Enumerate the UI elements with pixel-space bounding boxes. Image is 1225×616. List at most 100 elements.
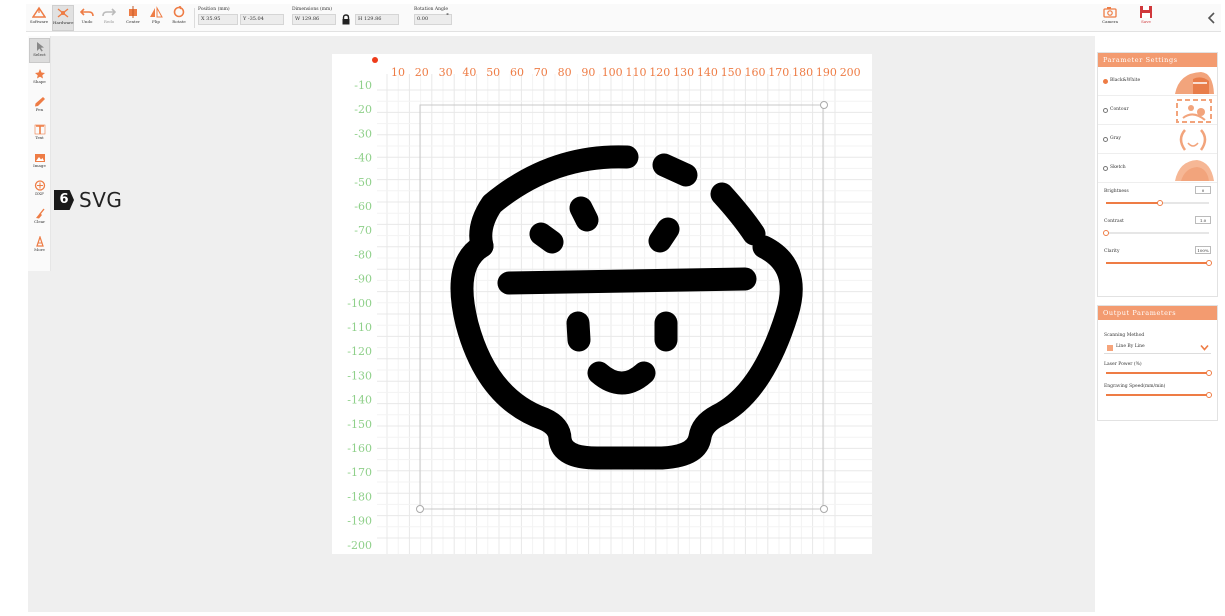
y-tick-label: -200 xyxy=(347,539,372,552)
clarity-value[interactable]: 100% xyxy=(1195,246,1211,254)
output-parameters-title: Output Parameters xyxy=(1098,306,1217,320)
laser-power-slider[interactable] xyxy=(1106,370,1212,376)
software-button[interactable]: Software xyxy=(28,5,50,31)
hardware-button[interactable]: Hardware xyxy=(52,5,74,31)
y-tick-label: -180 xyxy=(347,490,372,503)
bw-thumb xyxy=(1175,72,1214,94)
x-tick-label: 140 xyxy=(697,66,718,79)
contrast-knob[interactable] xyxy=(1103,230,1109,236)
tool-clear[interactable]: Clear xyxy=(29,206,50,231)
mode-sketch[interactable]: Sketch xyxy=(1098,154,1217,183)
y-tick-label: -140 xyxy=(347,394,372,407)
tool-shape[interactable]: Shape xyxy=(29,66,50,91)
tool-text[interactable]: Text xyxy=(29,122,50,147)
mode-gray-label: Gray xyxy=(1110,136,1121,141)
tool-pen-label: Pen xyxy=(35,107,44,112)
x-tick-label: 30 xyxy=(439,66,453,79)
x-tick-label: 160 xyxy=(745,66,766,79)
tool-select-label: Select xyxy=(33,52,46,57)
y-tick-label: -130 xyxy=(347,369,372,382)
y-tick-label: -40 xyxy=(354,152,372,165)
redo-button[interactable]: Redo xyxy=(98,5,120,31)
lock-icon[interactable] xyxy=(341,14,351,25)
resize-handle-bottom-left[interactable] xyxy=(416,505,424,513)
mode-gray[interactable]: Gray xyxy=(1098,125,1217,154)
artwork-bowl-rim xyxy=(497,267,757,295)
mode-black-white[interactable]: Black&White xyxy=(1098,67,1217,96)
chevron-left-icon[interactable] xyxy=(1206,8,1218,28)
brightness-knob[interactable] xyxy=(1156,200,1163,206)
rotate-button[interactable]: Rotate xyxy=(168,5,190,31)
undo-icon xyxy=(80,8,94,17)
tool-select[interactable]: Select xyxy=(29,38,50,63)
tool-shape-label: Shape xyxy=(33,79,46,84)
redo-icon xyxy=(102,8,116,17)
svg-mode-badge: 6 SVG xyxy=(54,188,122,212)
tool-more[interactable]: More xyxy=(29,234,50,259)
tool-pen[interactable]: Pen xyxy=(29,94,50,119)
scanning-method-select[interactable]: Line By Line xyxy=(1104,342,1211,354)
resize-handle-bottom-right[interactable] xyxy=(820,505,828,513)
tool-dxf[interactable]: DXF xyxy=(29,178,50,203)
radio-contour[interactable] xyxy=(1103,108,1108,113)
y-tick-label: -30 xyxy=(354,127,372,140)
contrast-slider[interactable] xyxy=(1103,230,1209,236)
x-tick-label: 120 xyxy=(649,66,670,79)
x-tick-label: 180 xyxy=(792,66,813,79)
position-label: Position (mm) xyxy=(198,7,230,12)
canvas-grid: 10 20 30 40 50 60 70 80 90 100 110 120 130 140 150 160 1… xyxy=(347,57,872,554)
chevron-down-icon[interactable] xyxy=(1200,343,1209,352)
save-icon xyxy=(1140,6,1152,18)
flip-button[interactable]: Flip xyxy=(145,5,167,31)
left-tool-panel: Select Shape Pen Text Image DXF Clear Mo… xyxy=(28,36,51,271)
tool-text-label: Text xyxy=(35,135,44,140)
save-label: Save xyxy=(1141,19,1151,24)
center-button[interactable]: Center xyxy=(122,5,144,31)
contrast-value[interactable]: 1.0 xyxy=(1195,216,1211,224)
x-tick-label: 200 xyxy=(840,66,861,79)
degree-unit: ° xyxy=(446,13,449,20)
undo-button[interactable]: Undo xyxy=(76,5,98,31)
laser-power-knob[interactable] xyxy=(1206,370,1212,376)
position-y-field[interactable]: Y -35.04 xyxy=(240,14,284,25)
y-tick-label: -70 xyxy=(354,224,372,237)
camera-label: Camera xyxy=(1102,19,1118,24)
artwork-bowl-top-right xyxy=(710,182,766,246)
clarity-label: Clarity xyxy=(1104,249,1120,254)
engraving-speed-knob[interactable] xyxy=(1206,392,1212,398)
radio-gray[interactable] xyxy=(1103,137,1108,142)
x-tick-label: 100 xyxy=(602,66,623,79)
mode-contour-label: Contour xyxy=(1110,107,1129,112)
height-field[interactable]: H 129.86 xyxy=(355,14,399,25)
x-tick-label: 190 xyxy=(816,66,837,79)
mode-contour[interactable]: Contour xyxy=(1098,96,1217,125)
x-tick-label: 90 xyxy=(581,66,595,79)
tool-image[interactable]: Image xyxy=(29,150,50,175)
contrast-label: Contrast xyxy=(1104,219,1124,224)
radio-black-white[interactable] xyxy=(1103,79,1108,84)
engraving-speed-track xyxy=(1106,394,1209,396)
camera-button[interactable]: Camera xyxy=(1097,5,1123,31)
brightness-value[interactable]: 0 xyxy=(1195,186,1211,194)
broom-icon xyxy=(35,208,45,219)
resize-handle-top-right[interactable] xyxy=(820,101,828,109)
engraving-speed-slider[interactable] xyxy=(1106,392,1212,398)
artwork-bowl-top-dash xyxy=(652,153,698,187)
origin-marker xyxy=(372,57,378,63)
artwork-rice-grain-2 xyxy=(569,196,599,232)
toolbar-divider xyxy=(194,8,195,28)
clarity-knob[interactable] xyxy=(1206,260,1212,266)
laser-logo-icon xyxy=(32,6,46,18)
save-button[interactable]: Save xyxy=(1133,5,1159,31)
app-window: Software Hardware Undo Redo Center Flip … xyxy=(0,0,1225,616)
clarity-slider[interactable] xyxy=(1106,260,1212,266)
output-parameters-panel: Output Parameters Scanning Method Line B… xyxy=(1097,305,1218,421)
x-tick-label: 150 xyxy=(721,66,742,79)
radio-sketch[interactable] xyxy=(1103,166,1108,171)
x-tick-label: 80 xyxy=(558,66,572,79)
position-x-field[interactable]: X 35.95 xyxy=(198,14,238,25)
brightness-slider[interactable] xyxy=(1106,200,1209,206)
width-field[interactable]: W 129.86 xyxy=(292,14,336,25)
brightness-label: Brightness xyxy=(1104,189,1129,194)
design-canvas[interactable]: 10 20 30 40 50 60 70 80 90 100 110 120 130 140 150 160 1… xyxy=(332,54,872,554)
